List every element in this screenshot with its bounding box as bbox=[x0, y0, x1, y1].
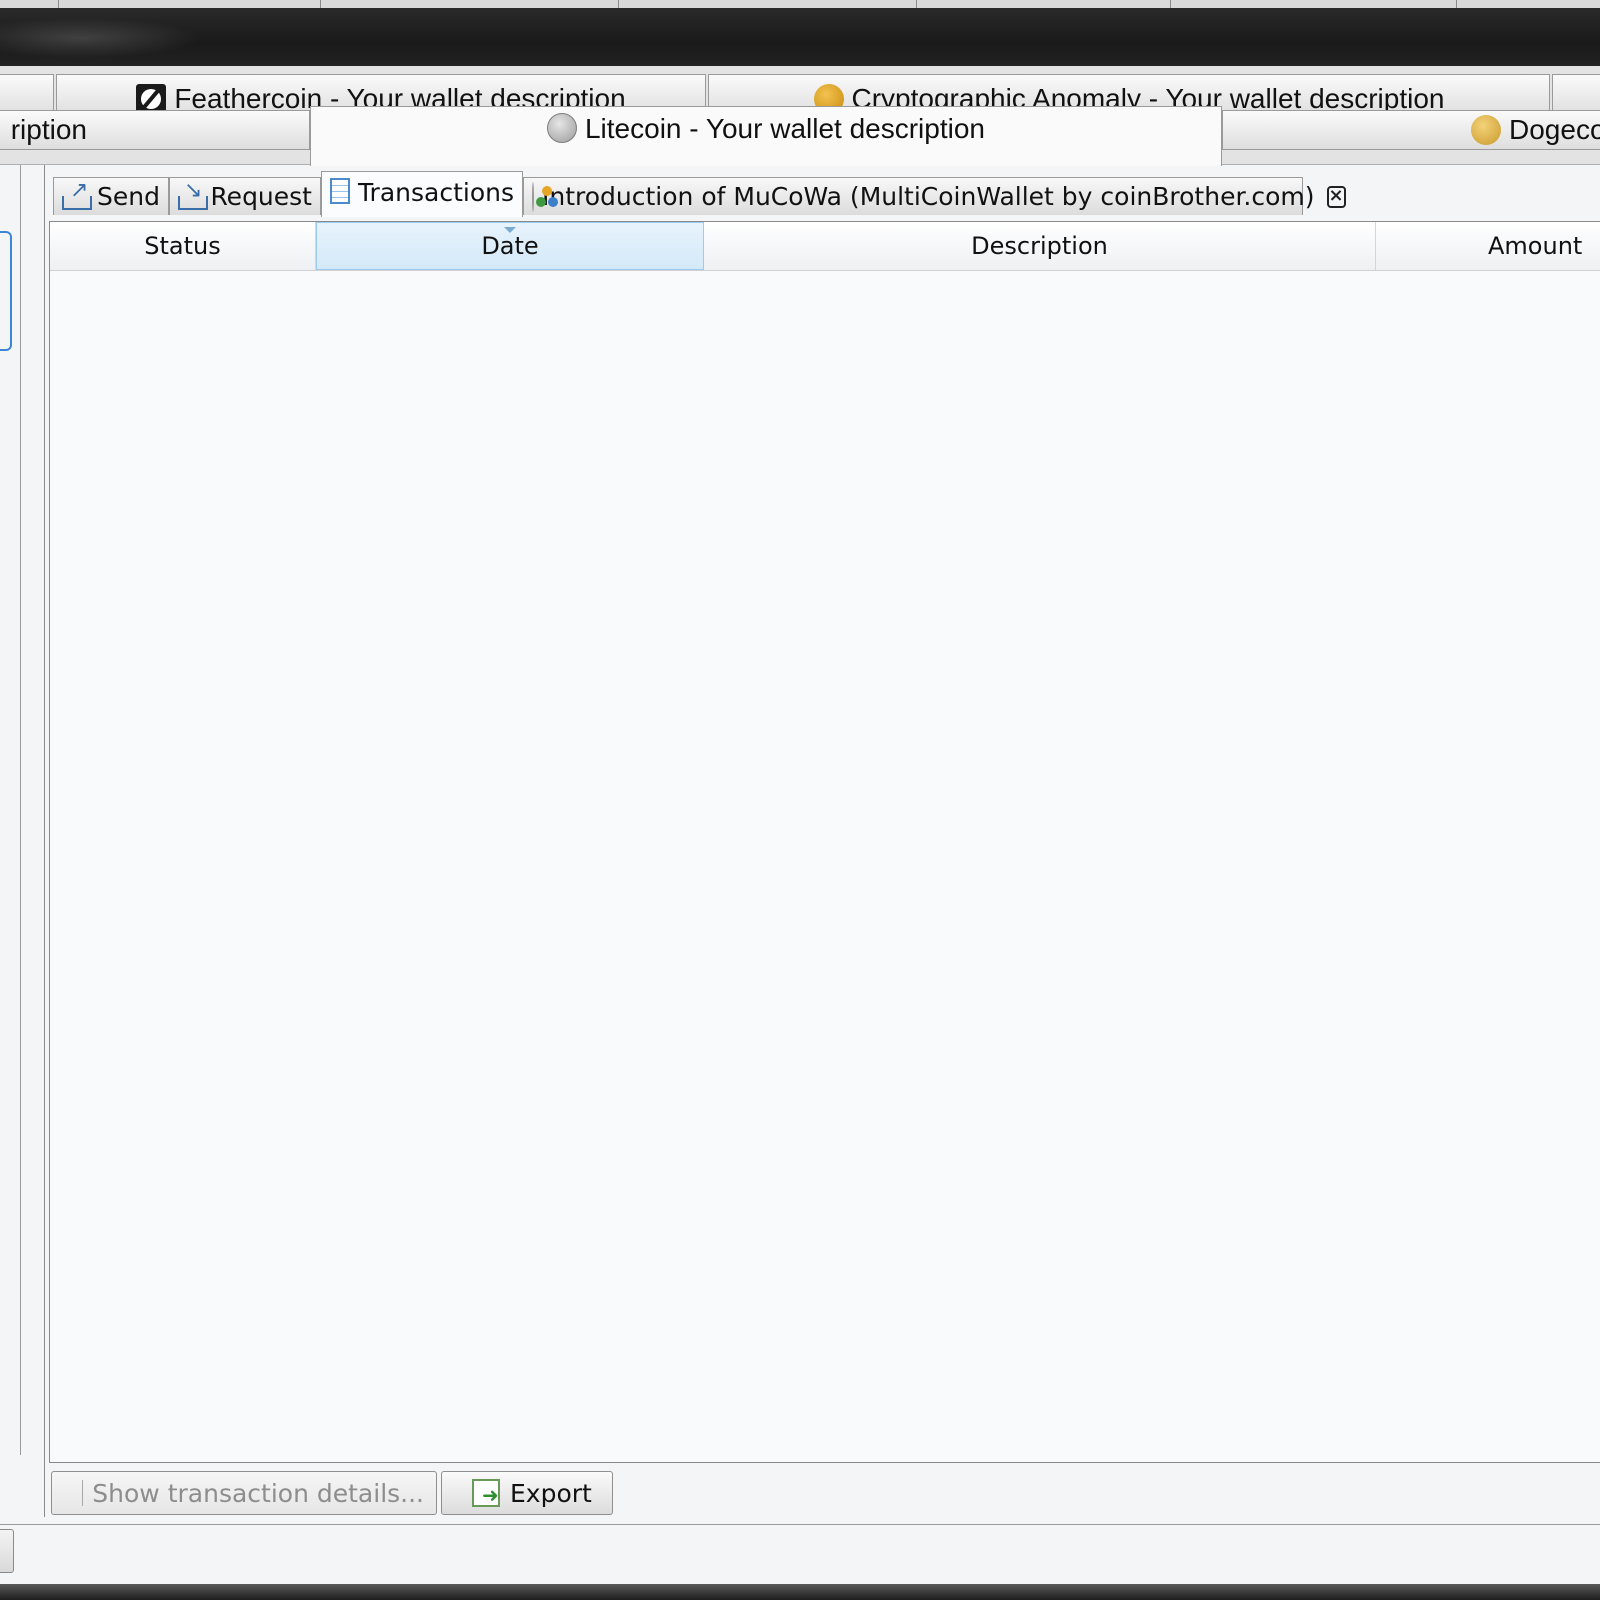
wallet-tab-label: Dogeco bbox=[1509, 114, 1600, 145]
send-icon bbox=[62, 178, 93, 210]
transactions-table: Status Date Description Amount bbox=[49, 221, 1600, 1463]
export-label: Export bbox=[510, 1478, 592, 1508]
column-header-description[interactable]: Description bbox=[704, 222, 1376, 270]
transactions-panel: Send Request Transactions Introduction o… bbox=[44, 165, 1600, 1517]
focused-control[interactable] bbox=[0, 231, 12, 351]
column-header-status[interactable]: Status bbox=[50, 222, 316, 270]
wallet-tab-label: Litecoin - Your wallet description bbox=[584, 113, 985, 144]
table-icon bbox=[330, 178, 350, 204]
sub-tabs: Send Request Transactions Introduction o… bbox=[49, 171, 1599, 217]
column-description-label: Description bbox=[971, 232, 1108, 260]
tab-transactions-label: Transactions bbox=[357, 178, 514, 207]
column-header-date[interactable]: Date bbox=[316, 222, 704, 270]
close-icon[interactable]: × bbox=[1326, 185, 1346, 208]
window-titlebar bbox=[0, 8, 1600, 66]
wallet-tab-litecoin[interactable]: Litecoin - Your wallet description bbox=[310, 106, 1222, 166]
tab-send[interactable]: Send bbox=[53, 177, 169, 215]
column-amount-label: Amount bbox=[1488, 232, 1583, 260]
feathercoin-icon bbox=[136, 83, 167, 114]
tab-introduction[interactable]: Introduction of MuCoWa (MultiCoinWallet … bbox=[523, 177, 1346, 215]
window-bottom-edge bbox=[0, 1584, 1600, 1600]
wallet-tab-dogecoin[interactable]: Dogeco bbox=[1222, 110, 1600, 150]
export-button[interactable]: Export bbox=[441, 1471, 613, 1515]
status-bar bbox=[0, 1524, 1600, 1585]
mucowa-icon bbox=[532, 181, 558, 212]
tab-request[interactable]: Request bbox=[169, 177, 321, 215]
tab-transactions[interactable]: Transactions bbox=[321, 171, 523, 217]
wallet-tabs: Feathercoin - Your wallet description Cr… bbox=[0, 66, 1600, 166]
status-bar-button[interactable] bbox=[0, 1529, 14, 1573]
column-header-amount[interactable]: Amount bbox=[1376, 222, 1600, 270]
sort-indicator-icon bbox=[504, 227, 516, 233]
dogecoin-icon bbox=[1471, 115, 1501, 145]
litecoin-icon bbox=[546, 113, 577, 143]
left-panel bbox=[0, 165, 21, 1455]
wallet-content: Send Request Transactions Introduction o… bbox=[0, 164, 1600, 1525]
wallet-tab-partial-description[interactable]: ription bbox=[0, 110, 310, 150]
request-icon bbox=[178, 178, 209, 210]
column-status-label: Status bbox=[144, 232, 221, 260]
wallet-tab-label: ription bbox=[10, 114, 87, 145]
column-date-label: Date bbox=[481, 232, 539, 260]
tab-introduction-label: Introduction of MuCoWa (MultiCoinWallet … bbox=[542, 182, 1315, 211]
show-transaction-details-button[interactable]: Show transaction details... bbox=[51, 1471, 437, 1515]
table-header: Status Date Description Amount bbox=[50, 222, 1600, 271]
tab-request-label: Request bbox=[210, 182, 312, 211]
tab-send-label: Send bbox=[97, 182, 160, 211]
export-icon bbox=[472, 1479, 500, 1507]
show-details-label: Show transaction details... bbox=[92, 1478, 424, 1508]
